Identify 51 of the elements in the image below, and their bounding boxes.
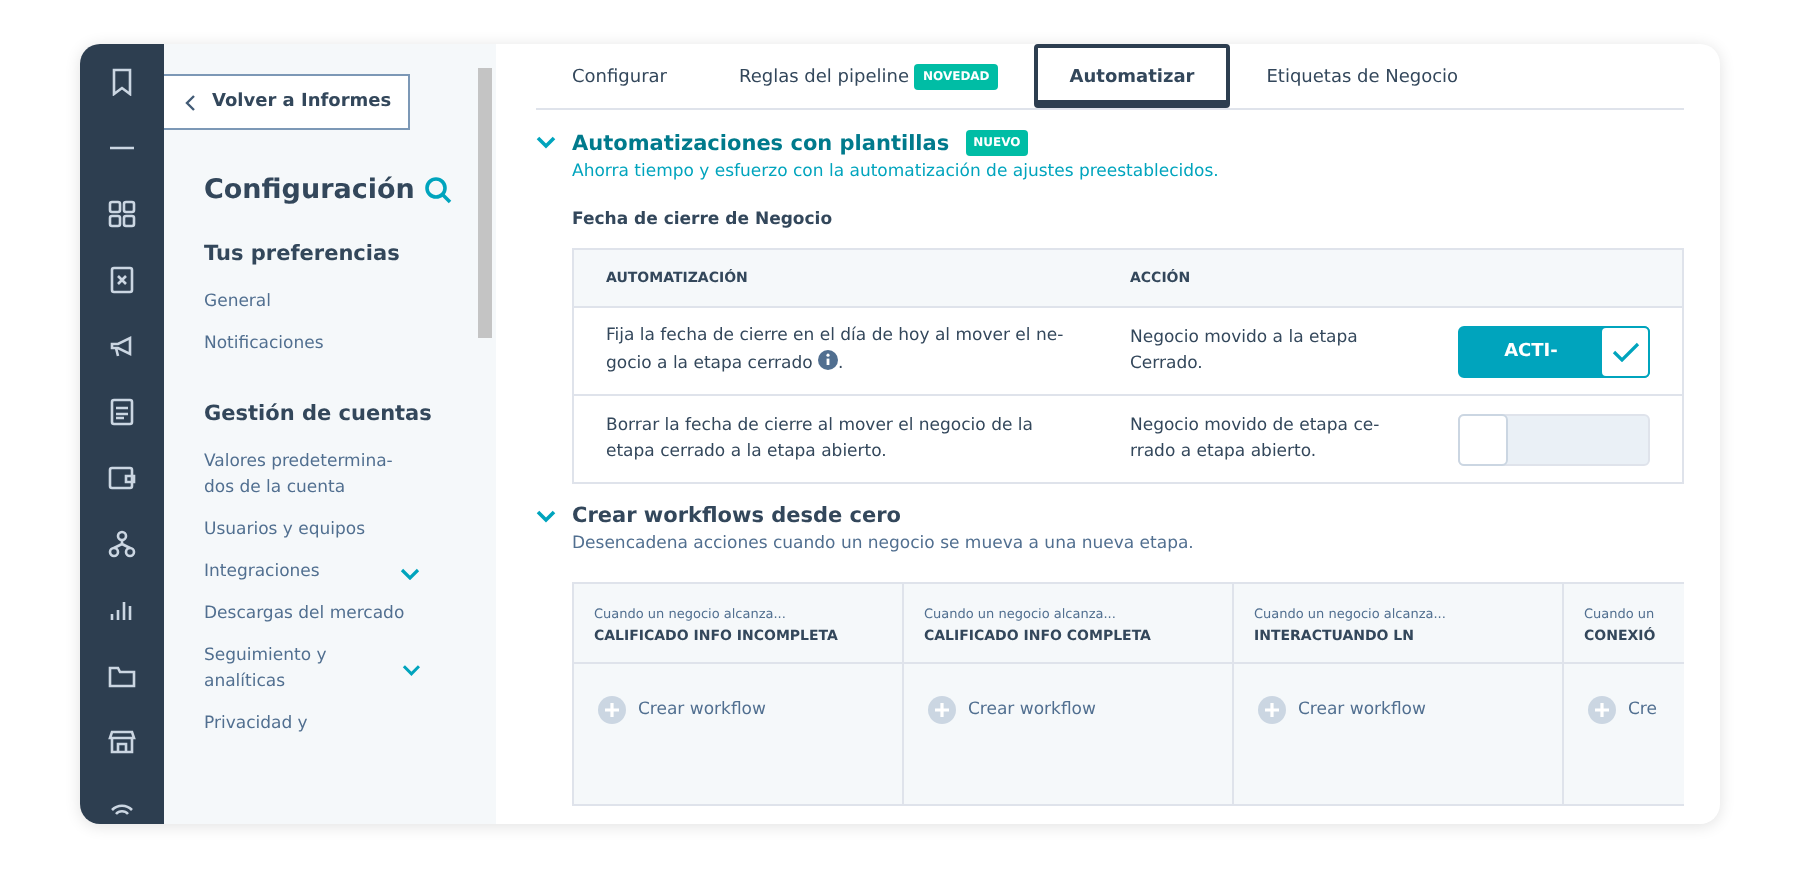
table-cell-text: Borrar la fecha de cierre al mover el negocio de la etapa cerrado a la etapa abierto.: [604, 413, 1035, 465]
document-icon: [108, 398, 136, 426]
toggle-switch[interactable]: ACTI-: [1458, 325, 1650, 377]
bar-chart-icon: [108, 596, 136, 624]
create-workflow-button[interactable]: Crear workflow: [928, 696, 1096, 724]
group-title: Fecha de cierre de Negocio: [572, 210, 835, 230]
grid-icon: [108, 200, 136, 228]
sidebar-item[interactable]: Notificaciones: [204, 324, 420, 366]
folder-icon: [108, 662, 136, 690]
megaphone-icon: [108, 332, 136, 360]
plus-circle-icon: [1588, 696, 1616, 724]
tab[interactable]: Etiquetas de Negocio: [1230, 44, 1495, 108]
sidebar-item[interactable]: Descargas del mercado: [204, 594, 420, 636]
chevron-down-icon: [401, 664, 420, 676]
section-description: Ahorra tiempo y esfuerzo con la automatización de ajustes preestablecidos.: [572, 162, 1221, 182]
plus-circle-icon: [1258, 696, 1286, 724]
section-toggle[interactable]: Automatizaciones con plantillas: [572, 131, 950, 155]
sidebar-item[interactable]: Valores predetermina-dos de la cuenta: [204, 442, 420, 510]
toggle-switch[interactable]: [1458, 413, 1650, 465]
info-icon: [818, 350, 839, 370]
create-workflow-button[interactable]: Crear workflow: [598, 696, 766, 724]
section-heading: Tus preferencias: [204, 242, 402, 266]
plus-circle-icon: [598, 696, 626, 724]
search-icon: [424, 176, 453, 204]
tab[interactable]: Automatizar: [1033, 44, 1231, 108]
chevron-left-icon: [184, 93, 196, 111]
store-icon: [108, 728, 136, 756]
sidebar-item[interactable]: Usuarios y equipos: [204, 510, 420, 552]
checkmark-icon: [1611, 341, 1639, 361]
table-cell-text: Negocio movido de etapa ce-rrado a etapa abierto.: [1128, 413, 1382, 465]
create-workflow-button[interactable]: Cre: [1588, 696, 1657, 724]
plus-circle-icon: [928, 696, 956, 724]
back-button[interactable]: Volver a Informes: [164, 74, 410, 130]
chevron-down-icon: [400, 567, 420, 579]
bookmark-icon: [108, 68, 136, 96]
hierarchy-icon: [108, 530, 136, 558]
table-cell-text: Fija la fecha de cierre en el día de hoy al mover el ne-gocio a la etapa cerrado .: [604, 324, 1066, 378]
contact-card-icon: [108, 266, 136, 294]
wallet-icon: [108, 464, 136, 492]
scrollbar[interactable]: [476, 44, 496, 824]
create-workflow-button[interactable]: Crear workflow: [1258, 696, 1426, 724]
tab[interactable]: Configurar: [536, 44, 703, 108]
settings-title: Configuración: [204, 174, 415, 206]
sidebar-item[interactable]: General: [204, 282, 420, 324]
table-cell-text: Negocio movido a la etapa Cerrado.: [1128, 325, 1360, 377]
section-heading: Gestión de cuentas: [204, 402, 434, 426]
section-toggle[interactable]: Crear workflows desde cero: [572, 504, 902, 528]
sidebar-item[interactable]: Privacidad y: [204, 704, 420, 746]
sidebar-item[interactable]: Seguimiento y analíticas: [204, 636, 420, 704]
section-description: Desencadena acciones cuando un negocio se mueva a una nueva etapa.: [572, 534, 1196, 554]
sidebar-item[interactable]: Integraciones: [204, 552, 420, 594]
